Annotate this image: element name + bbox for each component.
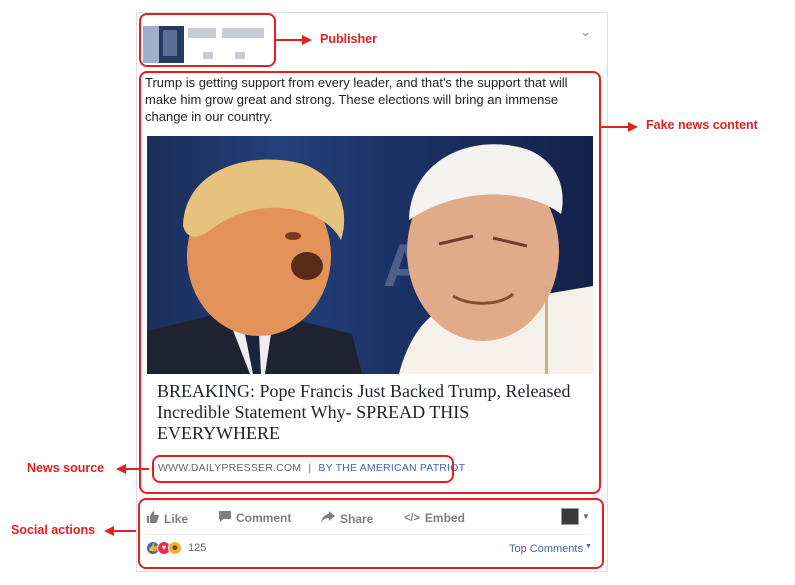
- social-highlight-box: [138, 498, 604, 569]
- publisher-highlight-box: [139, 13, 276, 67]
- source-annotation: News source: [27, 461, 105, 475]
- source-highlight-box: [152, 455, 454, 483]
- social-annotation: Social actions: [11, 523, 96, 537]
- chevron-down-icon[interactable]: ⌄: [580, 24, 591, 40]
- content-highlight-box: [139, 71, 601, 494]
- content-annotation: Fake news content: [646, 118, 758, 132]
- publisher-annotation: Publisher: [320, 32, 377, 46]
